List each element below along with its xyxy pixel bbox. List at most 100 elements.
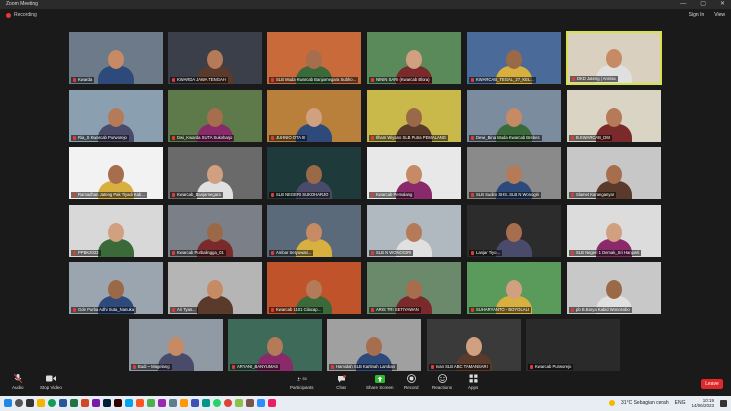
reactions-button[interactable]: Reactions — [432, 374, 452, 390]
participant-name-tag: Ria_S Kwarcab Purworejo — [71, 135, 129, 141]
participant-tile[interactable]: ARIS TRI SETIYAWAN — [366, 261, 462, 315]
app-icon[interactable] — [202, 399, 210, 407]
participant-face — [207, 223, 223, 242]
participant-tile[interactable]: Kwarcab Purbalingga_01 — [167, 204, 263, 258]
record-button[interactable]: Record — [404, 374, 419, 390]
illustrator-icon[interactable] — [114, 399, 122, 407]
language-indicator[interactable]: ENG — [675, 400, 686, 406]
notification-icon[interactable] — [720, 399, 727, 407]
excel-icon[interactable] — [70, 399, 78, 407]
muted-mic-icon — [471, 251, 474, 255]
participant-tile[interactable]: Hamidah SLB Kartinah Lamban — [326, 318, 422, 372]
whatsapp-icon[interactable] — [213, 399, 221, 407]
meeting-toolbar: Audio Stop Video 35 Participants Chat Sh… — [0, 372, 731, 396]
participant-tile[interactable]: Kwarcab Pemalang — [366, 146, 462, 200]
chrome-icon[interactable] — [224, 399, 232, 407]
participant-name: SLB Negeri 1 Demak_Sri Hanjanti — [576, 250, 640, 255]
stop-video-button[interactable]: Stop Video — [40, 374, 62, 390]
participant-name: Kwarcab Purworejo — [535, 364, 572, 369]
windows-start-icon[interactable] — [4, 399, 12, 407]
participant-tile[interactable]: DKD Jateng | Annisa — [566, 31, 662, 85]
participant-tile[interactable]: Budi ~ Magelang — [128, 318, 224, 372]
participant-tile[interactable]: Dwi_Kwarda SUTA Sukoharjo — [167, 89, 263, 143]
app-icon[interactable] — [136, 399, 144, 407]
participant-tile[interactable]: SLB N WONOGIRI — [366, 204, 462, 258]
participant-tile[interactable]: Dewi_Bina Muda Kwarcab Brebes — [466, 89, 562, 143]
app-icon[interactable] — [147, 399, 155, 407]
participant-tile[interactable]: Ilham Wiyano SLB Putra PEMALANG — [366, 89, 462, 143]
powerpoint-icon[interactable] — [81, 399, 89, 407]
search-icon[interactable] — [15, 399, 23, 407]
participant-face — [207, 165, 223, 184]
participant-tile[interactable]: ARYANI_BANYUMAS — [227, 318, 323, 372]
weather-text[interactable]: 31°C Sebagian cerah — [621, 400, 669, 406]
participant-name-tag: Ramadhan Jateng Pak Tiyadi Kab... — [71, 192, 147, 198]
onenote-icon[interactable] — [92, 399, 100, 407]
participant-tile[interactable]: JUHNIO OTA III — [266, 89, 362, 143]
apps-button[interactable]: Apps — [468, 374, 478, 390]
app-icon[interactable] — [268, 399, 276, 407]
participant-tile[interactable]: Kwarcab 1101 Cilacap... — [266, 261, 362, 315]
app-icon[interactable] — [158, 399, 166, 407]
participant-tile[interactable]: SLB NEGERI SUKOHARJO — [266, 146, 362, 200]
participant-tile[interactable]: B.KWARCAB_DM — [566, 89, 662, 143]
participant-face — [406, 223, 422, 242]
participant-tile[interactable]: Ivan SLB ABC TAMANSARI — [426, 318, 522, 372]
participants-icon: 35 — [296, 374, 307, 383]
participant-tile[interactable]: Ria_S Kwarcab Purworejo — [68, 89, 164, 143]
participant-face — [406, 50, 422, 69]
app-icon[interactable] — [180, 399, 188, 407]
participant-face — [506, 108, 522, 127]
participant-tile[interactable]: KWARCAB_TEGAL_27_KEL... — [466, 31, 562, 85]
word-icon[interactable] — [59, 399, 67, 407]
participant-tile[interactable]: Kwarcab_Banjarnegara — [167, 146, 263, 200]
app-icon[interactable] — [125, 399, 133, 407]
participant-tile[interactable]: Ramadhan Jateng Pak Tiyadi Kab... — [68, 146, 164, 200]
muted-mic-icon — [571, 251, 574, 255]
chat-button[interactable]: Chat — [336, 374, 346, 390]
participant-name: Dewi_Bina Muda Kwarcab Brebes — [476, 135, 540, 140]
participant-tile[interactable]: Slamet Karanganyar — [566, 146, 662, 200]
share-screen-button[interactable]: Share Screen — [366, 374, 394, 390]
gallery-view: Kwarda KWARDA JAWA TENGAH SLB Muda Kwarcab… — [0, 0, 731, 372]
participant-tile[interactable]: Lanjar Tiyo... — [466, 204, 562, 258]
app-icon[interactable] — [246, 399, 254, 407]
participant-tile[interactable]: Ari Tyas... — [167, 261, 263, 315]
participant-tile[interactable]: SLB Sudiro SHS..SLB N Wonogiri — [466, 146, 562, 200]
participants-button[interactable]: 35 Participants — [290, 374, 314, 390]
microphone-muted-icon — [13, 374, 23, 383]
audio-button[interactable]: Audio — [12, 374, 24, 390]
participant-tile[interactable]: Gde Purba Adhi Suta_Nanuka — [68, 261, 164, 315]
participant-face — [466, 337, 482, 356]
participant-tile[interactable]: SLB Muda Kwarcab Banjarnegara Subho... — [266, 31, 362, 85]
app-icon[interactable] — [191, 399, 199, 407]
participant-name-tag: Ivan SLB ABC TAMANSARI — [429, 364, 490, 370]
participant-tile[interactable]: NININ SARI (Kwarcab Blora) — [366, 31, 462, 85]
muted-mic-icon — [271, 251, 274, 255]
muted-mic-icon — [530, 365, 533, 369]
participant-tile[interactable]: KWARDA JAWA TENGAH — [167, 31, 263, 85]
participant-tile[interactable]: SUHARYANTO - BOYOLALI — [466, 261, 562, 315]
participant-tile[interactable]: SLB Negeri 1 Demak_Sri Hanjanti — [566, 204, 662, 258]
app-icon[interactable] — [235, 399, 243, 407]
app-icon[interactable] — [169, 399, 177, 407]
leave-button[interactable]: Leave — [701, 379, 723, 389]
file-explorer-icon[interactable] — [37, 399, 45, 407]
participant-name: PPBK2023 — [78, 250, 99, 255]
task-view-icon[interactable] — [26, 399, 34, 407]
edge-browser-icon[interactable] — [48, 399, 56, 407]
participant-tile[interactable]: PPBK2023 — [68, 204, 164, 258]
participant-face — [267, 337, 283, 356]
zoom-icon[interactable] — [257, 399, 265, 407]
participant-face — [306, 108, 322, 127]
weather-icon[interactable] — [609, 400, 616, 406]
photoshop-icon[interactable] — [103, 399, 111, 407]
participant-name: Ilham Wiyano SLB Putra PEMALANG — [376, 135, 447, 140]
participant-tile[interactable]: Kwarda — [68, 31, 164, 85]
participant-face — [606, 49, 622, 68]
participant-name: B.KWARCAB_DM — [576, 135, 610, 140]
participant-tile[interactable]: Kwarcab Purworejo — [525, 318, 621, 372]
participant-tile[interactable]: Ambar Setyowati... — [266, 204, 362, 258]
clock[interactable]: 10:19 14/06/2023 — [691, 398, 714, 408]
participant-tile[interactable]: pb B.Barya Kabid Wonosobo — [566, 261, 662, 315]
